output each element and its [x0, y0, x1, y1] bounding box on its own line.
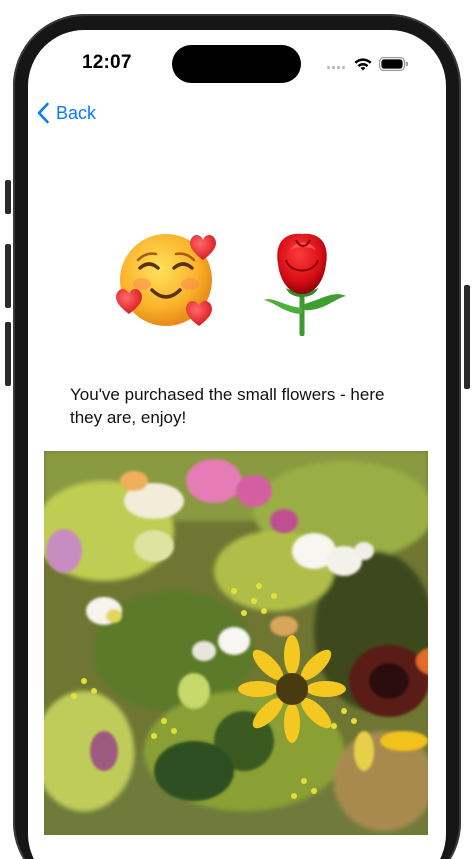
dynamic-island — [172, 45, 301, 83]
volume-up-button — [5, 244, 11, 308]
chevron-left-icon — [37, 102, 49, 124]
cellular-signal-icon — [327, 66, 345, 69]
battery-icon — [379, 57, 408, 71]
power-button — [464, 285, 470, 389]
action-button — [5, 180, 11, 214]
wifi-icon — [354, 58, 372, 71]
back-button[interactable]: Back — [36, 100, 96, 126]
rose-emoji — [264, 233, 346, 336]
device-stage: 12:07 Back You've purchased the small fl… — [0, 0, 473, 859]
status-time: 12:07 — [82, 52, 132, 73]
back-label: Back — [56, 102, 97, 123]
purchase-message: You've purchased the small flowers - her… — [70, 385, 385, 427]
flower-bouquet-photo — [44, 451, 428, 835]
app-screen: 12:07 Back You've purchased the small fl… — [28, 30, 446, 859]
volume-down-button — [5, 322, 11, 386]
smiling-face-with-hearts-emoji — [116, 234, 216, 326]
emoji-row — [28, 230, 446, 340]
